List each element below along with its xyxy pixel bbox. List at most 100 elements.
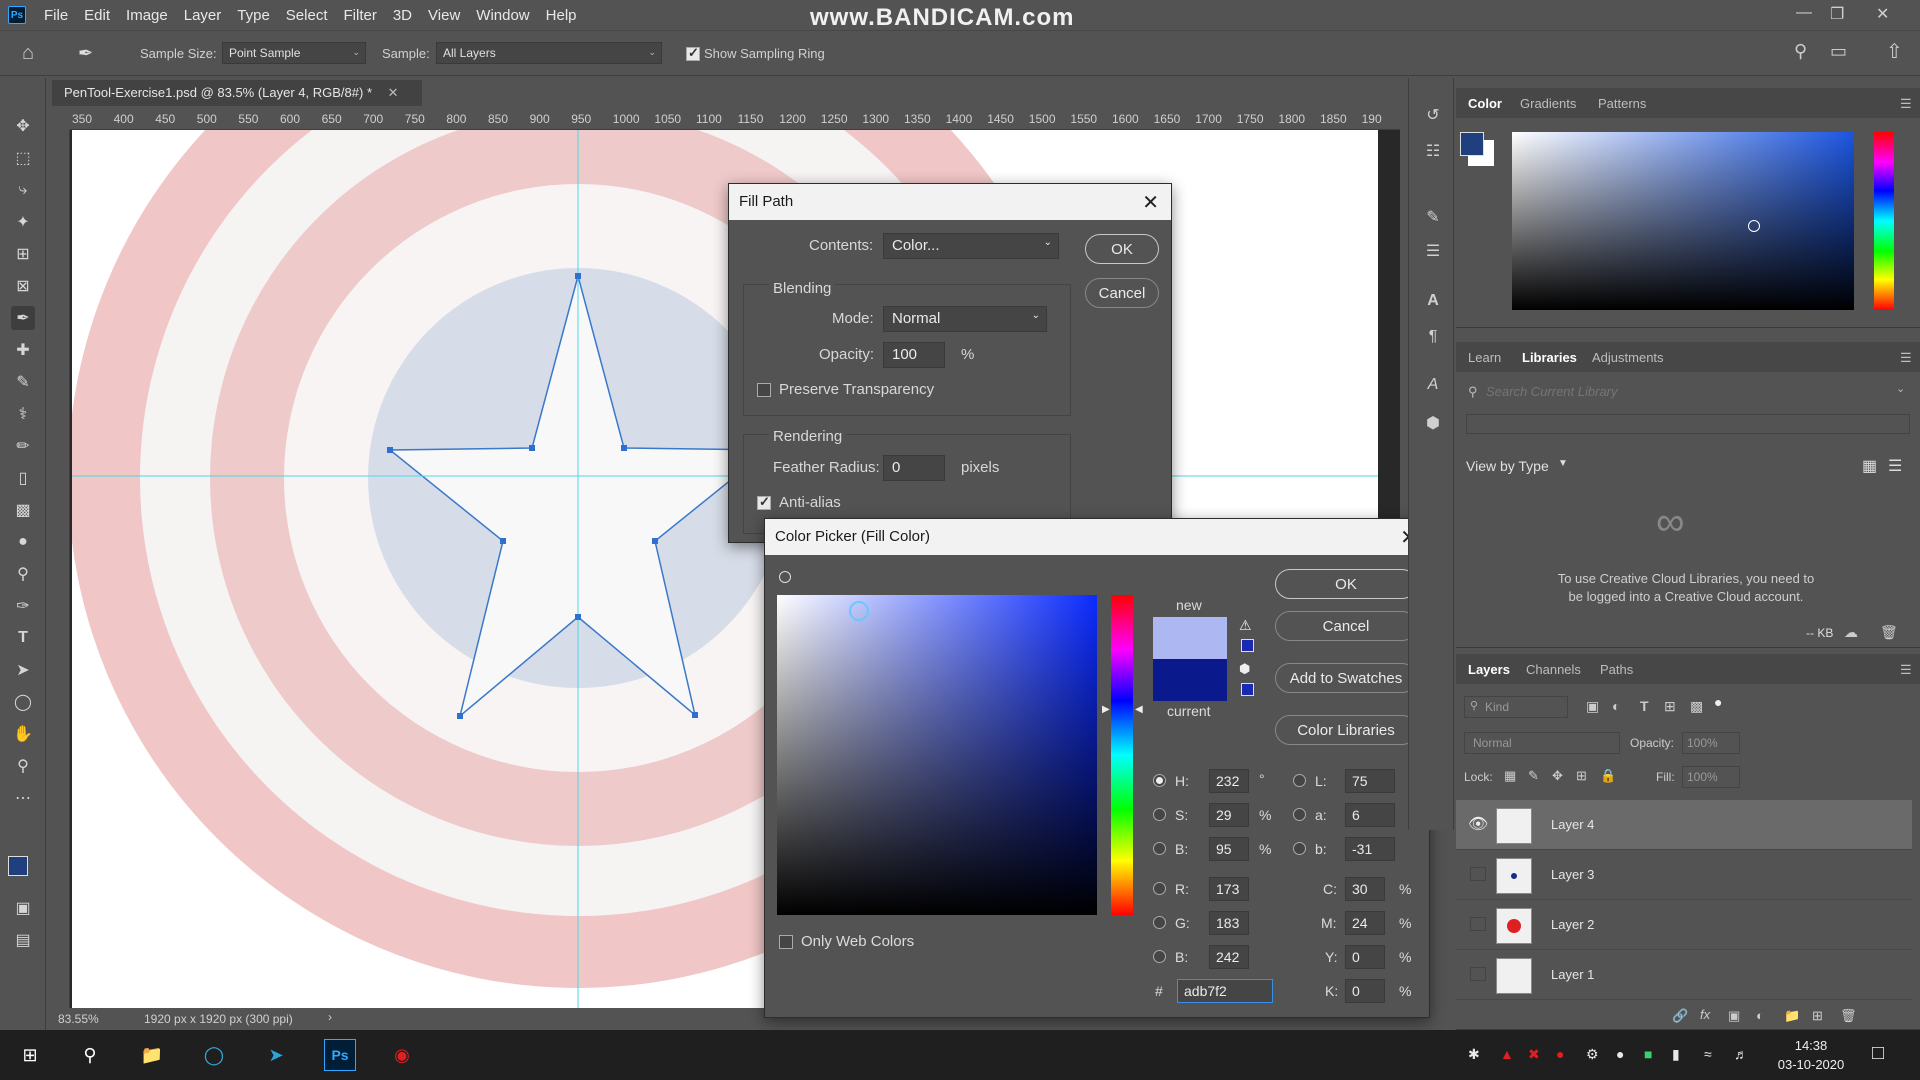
panel-menu-icon[interactable]: ☰ [1900,662,1912,678]
paragraph-panel-icon[interactable]: ¶ [1422,326,1444,348]
menu-layer[interactable]: Layer [176,7,230,24]
tray-record-icon[interactable]: ● [1556,1046,1564,1062]
tray-microphone-icon[interactable]: ● [1616,1046,1624,1062]
tab-gradients[interactable]: Gradients [1520,96,1576,111]
3d-panel-icon[interactable]: ⬢ [1422,412,1444,434]
status-arrow-icon[interactable]: › [328,1010,332,1024]
color-picker-cancel-button[interactable]: Cancel [1275,611,1417,641]
adjustment-layer-icon[interactable]: ◐ [1756,1008,1764,1023]
web-safe-cube-icon[interactable]: ⬢ [1239,661,1250,677]
lasso-tool-icon[interactable]: ⤷ [11,178,35,202]
lightness-radio[interactable] [1293,774,1306,787]
menu-window[interactable]: Window [468,7,537,24]
eyedropper-preset-icon[interactable]: ✒ [78,43,93,64]
color-panel-cursor[interactable] [1748,220,1760,232]
hue-radio[interactable] [1153,774,1166,787]
type-tool-icon[interactable]: T [11,626,35,650]
view-by-type[interactable]: View by Type [1466,458,1549,474]
zoom-level[interactable]: 83.55% [58,1012,99,1026]
new-layer-icon[interactable]: ⊞ [1812,1008,1823,1024]
share-icon[interactable]: ⇧ [1886,39,1903,64]
search-icon[interactable]: ⚲ [74,1039,106,1071]
sample-select[interactable]: All Layers ⌄ [436,42,662,64]
layer-row-3[interactable]: Layer 3 [1456,850,1912,900]
visibility-toggle[interactable] [1470,967,1486,981]
file-explorer-icon[interactable]: 📁 [136,1039,168,1071]
panel-menu-icon[interactable]: ☰ [1900,96,1912,112]
fill-path-cancel-button[interactable]: Cancel [1085,278,1159,308]
visibility-toggle[interactable] [1470,867,1486,881]
character-panel-icon[interactable]: A [1422,290,1444,312]
home-icon[interactable]: ⌂ [22,42,34,65]
delete-layer-icon[interactable]: 🗑 [1840,1008,1857,1024]
brightness-input[interactable]: 95 [1209,837,1249,861]
hue-slider[interactable] [1111,595,1133,915]
telegram-icon[interactable]: ➤ [260,1039,292,1071]
filter-toggle-icon[interactable]: ● [1714,694,1722,710]
menu-image[interactable]: Image [118,7,176,24]
tab-patterns[interactable]: Patterns [1598,96,1646,111]
filter-type-icon[interactable]: T [1640,698,1649,714]
new-group-icon[interactable]: 📁 [1784,1008,1800,1024]
frame-tool-icon[interactable]: ⊠ [11,274,35,298]
healing-brush-tool-icon[interactable]: ✚ [11,338,35,362]
filter-shape-icon[interactable]: ⊞ [1664,698,1676,715]
preserve-transparency-checkbox[interactable] [757,383,771,397]
color-libraries-button[interactable]: Color Libraries [1275,715,1417,745]
a-channel-radio[interactable] [1293,808,1306,821]
view-by-chevron-icon[interactable]: ▼ [1558,458,1568,469]
tray-app-icon[interactable]: ✱ [1468,1046,1480,1063]
photoshop-taskbar-icon[interactable]: Ps [324,1039,356,1071]
vertical-ruler[interactable] [48,130,70,1008]
windows-start-icon[interactable]: ⊞ [14,1039,46,1071]
document-info[interactable]: 1920 px x 1920 px (300 ppi) [144,1012,293,1026]
adjustments-icon[interactable]: ☰ [1422,240,1444,262]
layer-row-2[interactable]: Layer 2 [1456,900,1912,950]
tab-libraries[interactable]: Libraries [1522,350,1577,365]
foreground-color-swatch[interactable] [8,856,28,876]
opacity-input[interactable]: 100 [883,342,945,368]
tab-color[interactable]: Color [1468,96,1502,111]
layer-mask-icon[interactable]: ▣ [1728,1008,1740,1024]
link-layers-icon[interactable]: 🔗 [1672,1008,1688,1024]
layer-row-1[interactable]: Layer 1 [1456,950,1912,1000]
mode-select[interactable]: Normal ⌄ [883,306,1047,332]
taskbar-clock[interactable]: 14:38 03-10-2020 [1766,1036,1856,1074]
tab-paths[interactable]: Paths [1600,662,1633,677]
restore-icon[interactable]: ❐ [1830,4,1844,24]
blue-radio[interactable] [1153,950,1166,963]
gamut-color-swatch[interactable] [1241,639,1254,652]
color-panel-field[interactable] [1512,132,1854,310]
tab-learn[interactable]: Learn [1468,350,1501,365]
layer-name[interactable]: Layer 2 [1551,917,1594,932]
hue-slider-right-arrow-icon[interactable]: ◀ [1135,704,1143,715]
fill-path-ok-button[interactable]: OK [1085,234,1159,264]
library-select[interactable] [1466,414,1910,434]
sample-size-select[interactable]: Point Sample ⌄ [222,42,366,64]
b-channel-input[interactable]: -31 [1345,837,1395,861]
show-sampling-ring-checkbox[interactable] [686,45,700,61]
color-field-cursor[interactable] [849,601,869,621]
saturation-radio[interactable] [1153,808,1166,821]
layer-row-4[interactable]: 👁 Layer 4 [1456,800,1912,850]
battery-icon[interactable]: ▮ [1672,1046,1680,1063]
menu-type[interactable]: Type [229,7,278,24]
hand-tool-icon[interactable]: ✋ [11,722,35,746]
menu-3d[interactable]: 3D [385,7,420,24]
layer-kind-filter[interactable]: Kind [1464,696,1568,718]
gradient-tool-icon[interactable]: ▩ [11,498,35,522]
only-web-colors-checkbox[interactable] [779,935,793,949]
screen-mode-icon[interactable]: ▤ [11,928,35,952]
brush-tool-icon[interactable]: ✎ [11,370,35,394]
green-radio[interactable] [1153,916,1166,929]
blend-mode-select[interactable]: Normal [1464,732,1620,754]
bandicam-taskbar-icon[interactable]: ◉ [386,1039,418,1071]
lock-position-icon[interactable]: ✥ [1552,768,1563,784]
tray-antivirus-icon[interactable]: ▲ [1500,1046,1514,1062]
minimize-icon[interactable]: — [1796,4,1812,22]
hue-input[interactable]: 232 [1209,769,1249,793]
visibility-toggle[interactable] [1470,917,1486,931]
volume-icon[interactable]: ♬ [1734,1046,1748,1062]
saturation-input[interactable]: 29 [1209,803,1249,827]
quick-mask-icon[interactable]: ▣ [11,896,35,920]
